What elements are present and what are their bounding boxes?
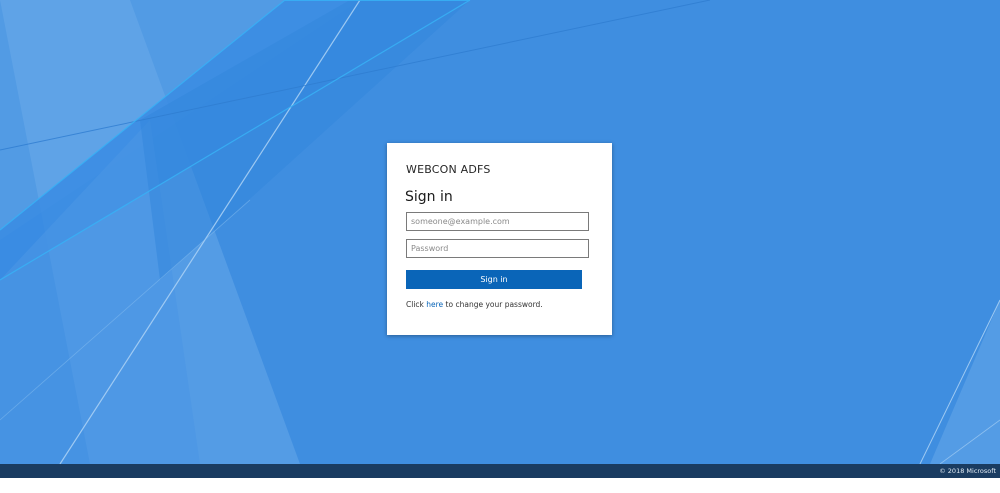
page-title: Sign in [405, 189, 453, 205]
email-field[interactable] [406, 212, 589, 231]
background-facet [930, 300, 1000, 464]
bottom-strip [0, 478, 1000, 493]
change-password-suffix: to change your password. [443, 300, 543, 309]
login-page: WEBCON ADFS Sign in Sign in Click here t… [0, 0, 1000, 493]
change-password-text: Click here to change your password. [406, 300, 543, 309]
organization-name: WEBCON ADFS [406, 163, 491, 176]
password-field[interactable] [406, 239, 589, 258]
footer: © 2018 Microsoft [0, 464, 1000, 478]
change-password-link[interactable]: here [426, 300, 443, 309]
sign-in-button[interactable]: Sign in [406, 270, 582, 289]
copyright-text: © 2018 Microsoft [939, 467, 996, 475]
sign-in-card: WEBCON ADFS Sign in Sign in Click here t… [387, 143, 612, 335]
change-password-prefix: Click [406, 300, 427, 309]
